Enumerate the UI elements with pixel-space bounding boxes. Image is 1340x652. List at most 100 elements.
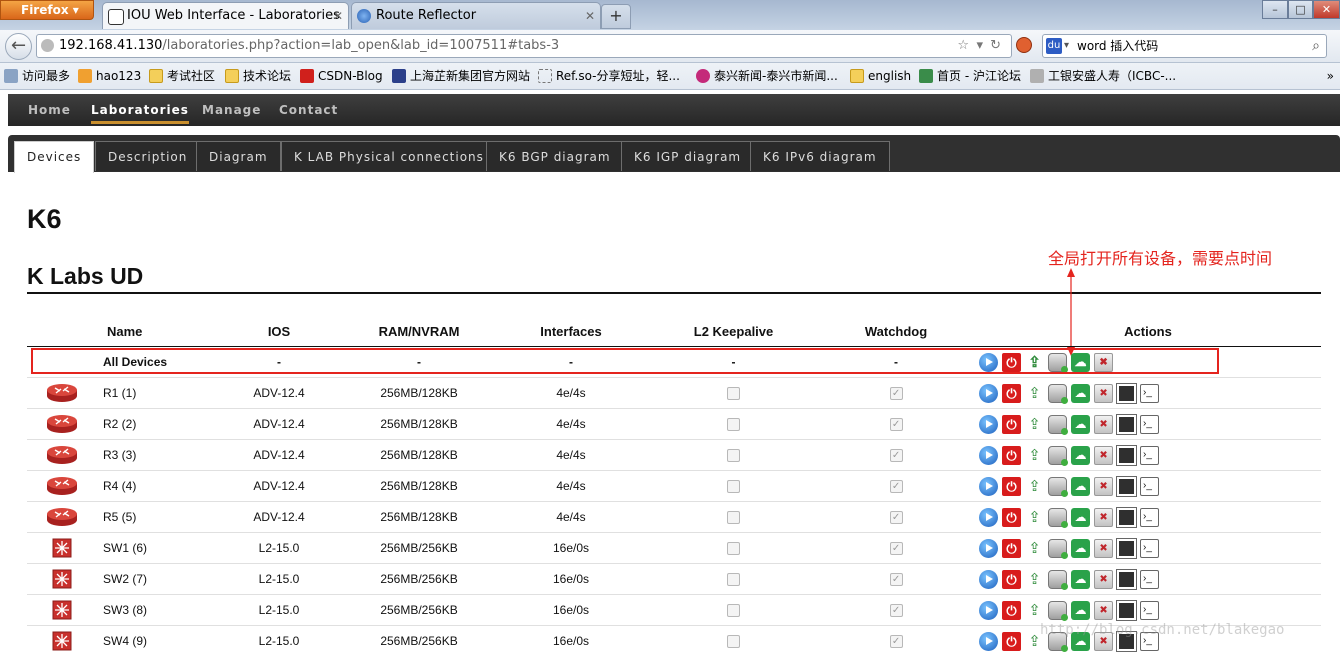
device-icon-cell[interactable] xyxy=(27,532,97,564)
bookmark-item[interactable]: 访问最多 xyxy=(4,63,70,89)
delete-icon[interactable]: ✖ xyxy=(1094,476,1114,496)
bookmark-item[interactable]: Ref.so-分享短址，轻... xyxy=(538,63,680,89)
search-icon[interactable]: ⌕ xyxy=(1312,35,1320,57)
unchecked-checkbox[interactable] xyxy=(727,573,741,587)
device-name[interactable]: R1 (1) xyxy=(97,377,213,409)
back-button[interactable]: ← xyxy=(5,33,32,60)
menu-manage[interactable]: Manage xyxy=(202,94,261,126)
netmap-icon[interactable] xyxy=(1116,568,1138,590)
play-icon[interactable] xyxy=(979,538,999,558)
export-config-icon[interactable] xyxy=(1048,507,1069,528)
cloud-icon[interactable]: ☁ xyxy=(1071,383,1091,403)
netmap-icon[interactable] xyxy=(1116,444,1138,466)
browser-tab-route-reflector[interactable]: Route Reflector ✕ xyxy=(351,2,601,29)
netmap-icon[interactable] xyxy=(1116,506,1138,528)
bookmark-item[interactable]: 技术论坛 xyxy=(225,63,291,89)
console-icon[interactable]: ›_ xyxy=(1140,383,1160,403)
close-tab-icon[interactable]: ✕ xyxy=(585,3,595,29)
cloud-icon[interactable]: ☁ xyxy=(1071,507,1091,527)
play-icon[interactable] xyxy=(979,383,999,403)
bookmarks-more-button[interactable]: » xyxy=(1327,63,1334,89)
bookmark-item[interactable]: hao123 xyxy=(78,63,141,89)
delete-icon[interactable]: ✖ xyxy=(1094,383,1114,403)
export-config-icon[interactable] xyxy=(1048,445,1069,466)
tab-diagram[interactable]: Diagram xyxy=(196,141,281,171)
new-tab-button[interactable]: + xyxy=(601,4,631,29)
console-icon[interactable]: ›_ xyxy=(1140,476,1160,496)
play-icon[interactable] xyxy=(979,631,999,651)
netmap-icon[interactable] xyxy=(1116,475,1138,497)
play-icon[interactable] xyxy=(979,600,999,620)
cloud-icon[interactable]: ☁ xyxy=(1071,414,1091,434)
play-icon[interactable] xyxy=(979,445,999,465)
unchecked-checkbox[interactable] xyxy=(727,480,741,494)
console-icon[interactable]: ›_ xyxy=(1140,445,1160,465)
console-icon[interactable]: ›_ xyxy=(1140,538,1160,558)
wipe-icon[interactable]: ⇪ xyxy=(1025,601,1044,620)
checked-checkbox[interactable]: ✓ xyxy=(889,511,903,525)
play-icon[interactable] xyxy=(979,507,999,527)
unchecked-checkbox[interactable] xyxy=(727,635,741,649)
tab-physical-connections[interactable]: K LAB Physical connections xyxy=(281,141,497,171)
bookmark-item[interactable]: 考试社区 xyxy=(149,63,215,89)
netmap-icon[interactable] xyxy=(1116,382,1138,404)
checked-checkbox[interactable]: ✓ xyxy=(889,542,903,556)
stop-icon[interactable]: ⏻ xyxy=(1002,507,1022,527)
play-icon[interactable] xyxy=(979,569,999,589)
tab-bgp-diagram[interactable]: K6 BGP diagram xyxy=(486,141,624,171)
stop-icon[interactable]: ⏻ xyxy=(1002,538,1022,558)
dropdown-icon[interactable]: ▾ xyxy=(976,35,983,57)
checked-checkbox[interactable]: ✓ xyxy=(889,387,903,401)
tab-ipv6-diagram[interactable]: K6 IPv6 diagram xyxy=(750,141,890,171)
device-icon-cell[interactable] xyxy=(27,563,97,595)
play-icon[interactable] xyxy=(979,414,999,434)
menu-home[interactable]: Home xyxy=(28,94,71,126)
bookmark-item[interactable]: CSDN-Blog xyxy=(300,63,383,89)
bookmark-item[interactable]: english xyxy=(850,63,911,89)
checked-checkbox[interactable]: ✓ xyxy=(889,635,903,649)
play-icon[interactable] xyxy=(979,476,999,496)
tab-description[interactable]: Description xyxy=(95,141,201,171)
browser-tab-iou[interactable]: IOU Web Interface - Laboratories ✕ xyxy=(102,2,349,29)
netmap-icon[interactable] xyxy=(1116,537,1138,559)
device-name[interactable]: SW1 (6) xyxy=(97,532,213,564)
delete-icon[interactable]: ✖ xyxy=(1094,600,1114,620)
export-config-icon[interactable] xyxy=(1048,476,1069,497)
device-icon-cell[interactable] xyxy=(27,501,97,533)
console-icon[interactable]: ›_ xyxy=(1140,600,1160,620)
export-config-icon[interactable] xyxy=(1048,600,1069,621)
device-name[interactable]: SW3 (8) xyxy=(97,594,213,626)
console-icon[interactable]: ›_ xyxy=(1140,569,1160,589)
wipe-icon[interactable]: ⇪ xyxy=(1025,384,1044,403)
search-bar[interactable]: du ▾ word 插入代码 ⌕ xyxy=(1042,34,1327,58)
chevron-down-icon[interactable]: ▾ xyxy=(1064,35,1069,57)
netmap-icon[interactable] xyxy=(1116,599,1138,621)
stop-icon[interactable]: ⏻ xyxy=(1002,631,1022,651)
checked-checkbox[interactable]: ✓ xyxy=(889,604,903,618)
menu-laboratories[interactable]: Laboratories xyxy=(91,94,189,124)
delete-icon[interactable]: ✖ xyxy=(1094,414,1114,434)
console-icon[interactable]: ›_ xyxy=(1140,507,1160,527)
checked-checkbox[interactable]: ✓ xyxy=(889,418,903,432)
play-icon[interactable] xyxy=(979,352,999,372)
bookmark-star-icon[interactable]: ☆ xyxy=(957,35,969,57)
device-icon-cell[interactable] xyxy=(27,408,97,440)
device-name[interactable]: R5 (5) xyxy=(97,501,213,533)
device-icon-cell[interactable] xyxy=(27,377,97,409)
url-bar[interactable]: 192.168.41.130/laboratories.php?action=l… xyxy=(36,34,1012,58)
stop-icon[interactable]: ⏻ xyxy=(1002,569,1022,589)
firefox-menu-button[interactable]: Firefox ▾ xyxy=(0,0,94,20)
checked-checkbox[interactable]: ✓ xyxy=(889,449,903,463)
close-window-button[interactable]: ✕ xyxy=(1313,0,1340,19)
checked-checkbox[interactable]: ✓ xyxy=(889,573,903,587)
unchecked-checkbox[interactable] xyxy=(727,542,741,556)
device-icon-cell[interactable] xyxy=(27,625,97,652)
wipe-icon[interactable]: ⇪ xyxy=(1025,508,1044,527)
cloud-icon[interactable]: ☁ xyxy=(1071,600,1091,620)
device-icon-cell[interactable] xyxy=(27,594,97,626)
delete-icon[interactable]: ✖ xyxy=(1094,538,1114,558)
unchecked-checkbox[interactable] xyxy=(727,511,741,525)
reload-icon[interactable]: ↻ xyxy=(990,35,1001,57)
menu-contact[interactable]: Contact xyxy=(279,94,338,126)
console-icon[interactable]: ›_ xyxy=(1140,414,1160,434)
